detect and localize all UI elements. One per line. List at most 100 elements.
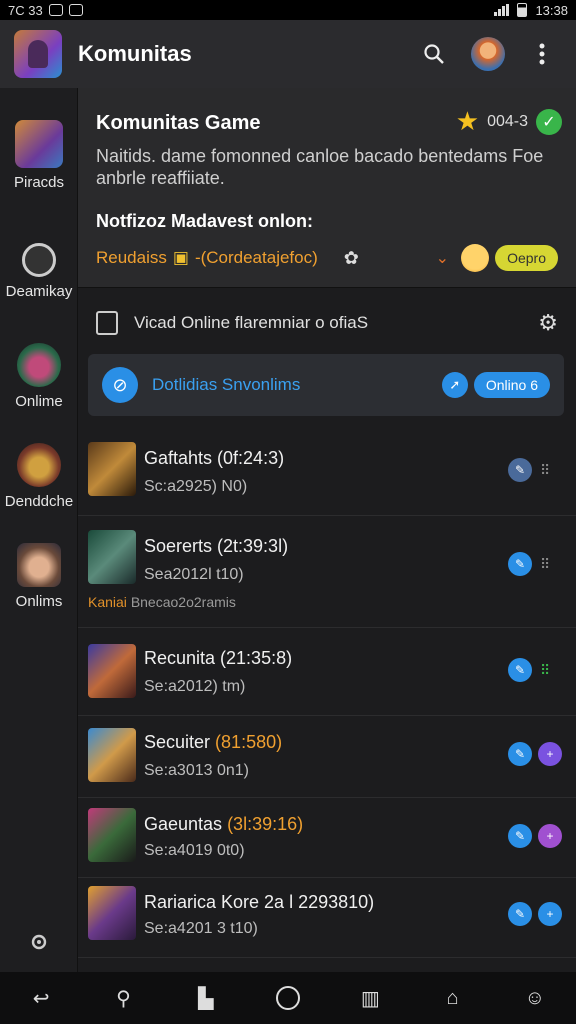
- edit-icon[interactable]: ✎: [508, 458, 532, 482]
- bottom-navigation: ↩ ⚲ ▙ ▥ ⌂ ☺: [0, 972, 576, 1024]
- game-thumbnail: [88, 442, 136, 496]
- sidebar: Piracds Deamikay Onlime Denddche Onlims: [0, 88, 78, 972]
- edit-icon[interactable]: ✎: [508, 552, 532, 576]
- app-bar: Komunitas: [0, 20, 576, 88]
- row-subtitle: Se:a2012) tm): [144, 678, 246, 695]
- sidebar-item-4[interactable]: Denddche: [0, 443, 78, 510]
- status-time: 13:38: [535, 2, 568, 18]
- settings-icon[interactable]: ✿: [344, 248, 359, 269]
- list-item[interactable]: Rariarica Kore 2a l 2293810) Se:a4201 3 …: [78, 878, 576, 958]
- row-subtitle: Se:a4019 0t0): [144, 842, 245, 859]
- status-bar: 7C 33 13:38: [0, 0, 576, 20]
- online-search-box[interactable]: ⊘ Dotlidias Snvonlims ➚ Onlino 6: [88, 354, 564, 416]
- list-item[interactable]: Gaftahts (0f:24:3) Sc:a2925) N0) ✎ ⠿: [78, 428, 576, 516]
- online-pill-button[interactable]: Onlino 6: [473, 372, 550, 398]
- row-title: Soererts (2t:39:3l): [144, 536, 289, 556]
- battery-icon: [517, 3, 528, 17]
- game-thumbnail: [88, 728, 136, 782]
- add-icon[interactable]: +: [538, 742, 562, 766]
- sidebar-item-5[interactable]: Onlims: [0, 543, 78, 610]
- home-icon: [275, 986, 300, 1010]
- search-icon[interactable]: ⚲: [109, 984, 137, 1012]
- home-button[interactable]: [274, 984, 302, 1012]
- row-subtitle: Sea2012l t10): [144, 566, 244, 583]
- row-title: Rariarica Kore 2a l 2293810): [144, 892, 375, 912]
- page-title: Komunitas: [78, 41, 192, 66]
- app-logo[interactable]: [14, 30, 62, 78]
- list-item[interactable]: Recunita (21:35:8) Se:a2012) tm) ✎ ⠿: [78, 628, 576, 716]
- search-button[interactable]: [414, 34, 454, 74]
- profile-icon[interactable]: ☺: [521, 984, 549, 1012]
- online-section[interactable]: Vicad Online flaremniar o ofiaS ⚙: [78, 298, 576, 348]
- add-icon[interactable]: +: [538, 902, 562, 926]
- app-notification-icon: [68, 4, 83, 16]
- document-icon: [96, 311, 118, 335]
- badge-icon: ▣: [172, 248, 189, 267]
- star-icon: ★: [455, 106, 480, 136]
- sidebar-item-label: Onlims: [15, 593, 63, 610]
- list-item[interactable]: Secuiter (81:580) Se:a3013 0n1) ✎ +: [78, 716, 576, 798]
- search-icon: [424, 44, 444, 64]
- more-vertical-icon: [539, 43, 545, 65]
- drag-handle-icon[interactable]: ⠿: [540, 662, 558, 678]
- sidebar-item-label: Piracds: [13, 174, 65, 191]
- sidebar-item-1[interactable]: Piracds: [0, 120, 78, 191]
- gear-icon[interactable]: ⚙: [538, 310, 558, 336]
- emoji-icon[interactable]: [461, 244, 490, 272]
- card-badges: ★ 004-3 ✓: [456, 106, 562, 137]
- game-thumbnail: [88, 530, 136, 584]
- community-card[interactable]: Komunitas Game ★ 004-3 ✓ Naitids. dame f…: [78, 88, 576, 288]
- sidebar-avatar: [17, 543, 61, 587]
- game-thumbnail: [88, 886, 136, 940]
- row-subtitle: Se:a4201 3 t10): [144, 920, 258, 937]
- back-icon[interactable]: ↩: [27, 984, 55, 1012]
- row-title: Secuiter (81:580): [144, 732, 283, 752]
- run-icon[interactable]: ➚: [441, 372, 468, 398]
- sidebar-item-label: Denddche: [4, 493, 74, 510]
- list-item[interactable]: Soererts (2t:39:3l) Sea2012l t10) Kaniai…: [78, 516, 576, 628]
- book-icon[interactable]: ▥: [356, 984, 384, 1012]
- row-subtitle: Se:a3013 0n1): [144, 762, 249, 779]
- edit-icon[interactable]: ✎: [508, 824, 532, 848]
- sidebar-item-label: Deamikay: [5, 283, 73, 300]
- pages-icon[interactable]: ▙: [192, 984, 220, 1012]
- drag-handle-icon[interactable]: ⠿: [540, 556, 558, 572]
- profile-button[interactable]: [468, 34, 508, 74]
- search-label: Dotlidias Snvonlims: [152, 375, 301, 394]
- card-row-label: Reudaiss: [96, 248, 167, 267]
- chevron-down-icon[interactable]: ⌄: [436, 248, 449, 268]
- compass-icon: [22, 243, 56, 277]
- sidebar-item-label: Onlime: [15, 393, 63, 410]
- add-icon[interactable]: +: [538, 824, 562, 848]
- edit-icon[interactable]: ✎: [508, 902, 532, 926]
- main-content: Komunitas Game ★ 004-3 ✓ Naitids. dame f…: [78, 88, 576, 972]
- more-button[interactable]: [522, 34, 562, 74]
- card-row-extra: -(Cordeatajefoc): [194, 248, 318, 267]
- row-title: Gaeuntas (3l:39:16): [144, 814, 304, 834]
- card-info-row: Reudaiss ▣ -(Cordeatajefoc) ✿ ⌄ Oepro: [96, 244, 558, 272]
- sidebar-item-2[interactable]: Deamikay: [0, 243, 78, 300]
- list-item[interactable]: Gaeuntas (3l:39:16) Se:a4019 0t0) ✎ +: [78, 798, 576, 878]
- online-section-label: Vicad Online flaremniar o ofiaS: [134, 313, 369, 332]
- open-button[interactable]: Oepro: [495, 245, 558, 271]
- row-title: Recunita (21:35:8): [144, 648, 293, 668]
- edit-icon[interactable]: ✎: [508, 658, 532, 682]
- sidebar-avatar: [17, 343, 61, 387]
- status-left-text: 7C 33: [8, 2, 43, 18]
- card-description: Naitids. dame fomonned canloe bacado ben…: [96, 146, 544, 188]
- row-extra: Kaniai Bnecao2o2ramis: [88, 594, 236, 610]
- sidebar-item-3[interactable]: Onlime: [0, 343, 78, 410]
- row-title: Gaftahts (0f:24:3): [144, 448, 285, 468]
- sidebar-settings[interactable]: [0, 930, 78, 958]
- row-subtitle: Sc:a2925) N0): [144, 478, 248, 495]
- card-subtitle: Notfizoz Madavest onlon:: [96, 211, 313, 231]
- sidebar-avatar: [15, 120, 63, 168]
- game-thumbnail: [88, 808, 136, 862]
- edit-icon[interactable]: ✎: [508, 742, 532, 766]
- check-icon: ✓: [536, 108, 562, 135]
- compass-icon: ⊘: [102, 367, 138, 403]
- tag-icon[interactable]: ⌂: [439, 984, 467, 1012]
- gear-icon: [31, 934, 47, 950]
- game-thumbnail: [88, 644, 136, 698]
- drag-handle-icon[interactable]: ⠿: [540, 462, 558, 478]
